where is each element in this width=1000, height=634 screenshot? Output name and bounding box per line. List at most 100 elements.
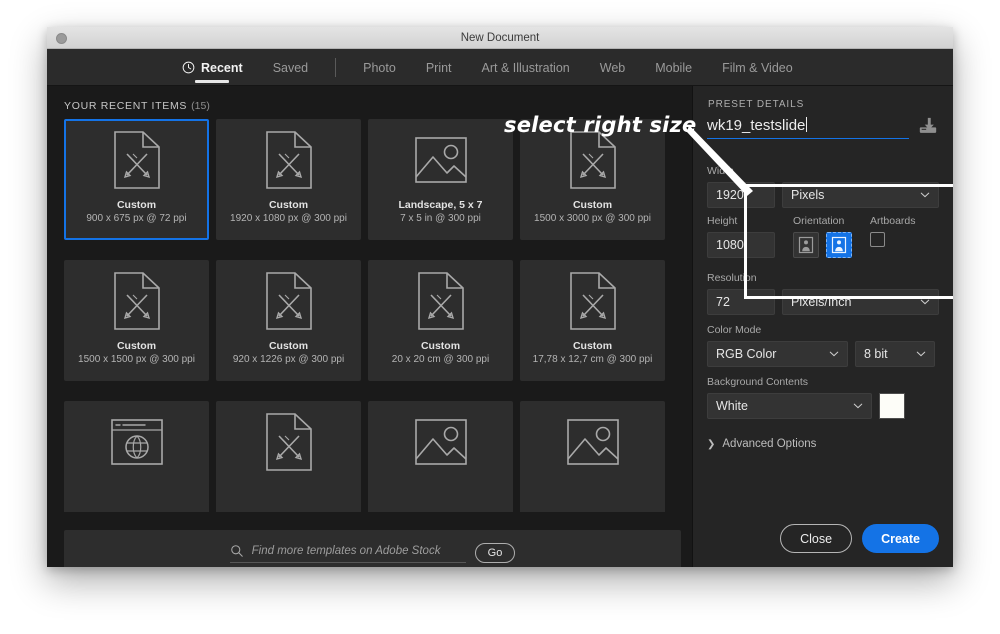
stock-search-input[interactable]: Find more templates on Adobe Stock bbox=[229, 544, 466, 563]
tab-divider bbox=[335, 58, 337, 77]
color-mode-select[interactable]: RGB Color bbox=[707, 341, 848, 367]
recent-item-card[interactable]: Custom 20 x 20 cm @ 300 ppi bbox=[368, 260, 513, 381]
document-pencil-ruler-icon bbox=[522, 262, 663, 340]
document-pencil-ruler-icon bbox=[66, 121, 207, 199]
recent-items-pane: YOUR RECENT ITEMS (15) Custom 900 x 675 px… bbox=[47, 86, 734, 567]
height-input[interactable]: 1080 bbox=[707, 232, 775, 258]
height-label: Height bbox=[707, 215, 738, 227]
document-pencil-ruler-icon bbox=[218, 121, 359, 199]
document-pencil-ruler-icon bbox=[218, 262, 359, 340]
artboards-checkbox[interactable] bbox=[870, 232, 885, 247]
resolution-unit-value: Pixels/Inch bbox=[791, 295, 852, 309]
stock-search-placeholder: Find more templates on Adobe Stock bbox=[251, 544, 441, 557]
orientation-portrait-icon[interactable] bbox=[793, 232, 819, 258]
window-titlebar: New Document bbox=[47, 27, 953, 49]
save-preset-icon[interactable] bbox=[917, 116, 939, 136]
annotation-arrow-icon bbox=[687, 125, 753, 196]
recent-item-card[interactable] bbox=[216, 401, 361, 512]
preset-category-tabbar: Recent Saved Photo Print Art & Illustrat… bbox=[47, 49, 953, 86]
color-mode-label: Color Mode bbox=[707, 324, 762, 336]
tab-mobile-label: Mobile bbox=[655, 60, 693, 75]
recent-item-card[interactable]: Custom 900 x 675 px @ 72 ppi bbox=[64, 119, 209, 240]
text-caret bbox=[806, 117, 808, 132]
recent-item-name: Custom bbox=[420, 340, 461, 352]
chevron-down-icon bbox=[916, 351, 926, 357]
adobe-stock-search-bar: Find more templates on Adobe Stock Go bbox=[64, 530, 681, 567]
artboards-field: Artboards bbox=[870, 214, 916, 258]
tab-print[interactable]: Print bbox=[411, 49, 467, 86]
tab-film-video-label: Film & Video bbox=[722, 60, 793, 75]
chevron-down-icon bbox=[853, 403, 863, 409]
height-field: Height 1080 bbox=[707, 214, 775, 258]
recent-items-grid: Custom 900 x 675 px @ 72 ppi Custom 1920 x… bbox=[64, 119, 681, 512]
recent-item-card[interactable]: Landscape, 5 x 7 7 x 5 in @ 300 ppi bbox=[368, 119, 513, 240]
bit-depth-select[interactable]: 8 bit bbox=[855, 341, 935, 367]
tab-mobile[interactable]: Mobile bbox=[640, 49, 707, 86]
tab-print-label: Print bbox=[425, 60, 452, 75]
resolution-unit-select[interactable]: Pixels/Inch bbox=[782, 289, 939, 315]
document-pencil-ruler-icon bbox=[370, 262, 511, 340]
photo-icon bbox=[370, 403, 511, 481]
recent-item-dimensions: 900 x 675 px @ 72 ppi bbox=[86, 213, 187, 224]
chevron-down-icon bbox=[829, 351, 839, 357]
tab-art-illustration-label: Art & Illustration bbox=[481, 60, 570, 75]
tab-recent-label: Recent bbox=[201, 60, 243, 75]
recent-item-name: Custom bbox=[116, 199, 157, 211]
tab-saved[interactable]: Saved bbox=[258, 49, 323, 86]
search-icon bbox=[230, 544, 243, 557]
recent-item-dimensions: 920 x 1226 px @ 300 ppi bbox=[232, 354, 345, 365]
background-color-swatch[interactable] bbox=[879, 393, 905, 419]
recent-items-heading: YOUR RECENT ITEMS (15) bbox=[64, 100, 210, 112]
photo-icon bbox=[522, 403, 663, 481]
dialog-action-buttons: Close Create bbox=[693, 524, 939, 553]
advanced-options-toggle[interactable]: ❯ Advanced Options bbox=[707, 438, 816, 450]
recent-item-card[interactable] bbox=[368, 401, 513, 512]
orientation-field: Orientation bbox=[793, 214, 852, 258]
recent-item-name: Custom bbox=[268, 199, 309, 211]
chevron-down-icon bbox=[920, 299, 930, 305]
background-contents-select[interactable]: White bbox=[707, 393, 872, 419]
browser-globe-icon bbox=[66, 403, 207, 481]
chevron-right-icon: ❯ bbox=[707, 438, 716, 450]
recent-item-card[interactable]: Custom 1500 x 3000 px @ 300 ppi bbox=[520, 119, 665, 240]
create-button[interactable]: Create bbox=[862, 524, 939, 553]
close-button[interactable]: Close bbox=[780, 524, 853, 553]
recent-item-card[interactable]: Custom 920 x 1226 px @ 300 ppi bbox=[216, 260, 361, 381]
orientation-landscape-icon[interactable] bbox=[826, 232, 852, 258]
background-contents-value: White bbox=[716, 399, 748, 413]
recent-item-dimensions: 1500 x 1500 px @ 300 ppi bbox=[78, 354, 195, 365]
height-orientation-row: Height 1080 Orientation Artboards bbox=[707, 214, 939, 258]
recent-item-name: Custom bbox=[572, 199, 613, 211]
recent-item-card[interactable]: Custom 17,78 x 12,7 cm @ 300 ppi bbox=[520, 260, 665, 381]
recent-item-dimensions: 20 x 20 cm @ 300 ppi bbox=[391, 354, 490, 365]
recent-item-card[interactable] bbox=[520, 401, 665, 512]
resolution-input[interactable]: 72 bbox=[707, 289, 775, 315]
color-mode-field: Color Mode RGB Color 8 bit bbox=[707, 323, 939, 367]
tab-web[interactable]: Web bbox=[585, 49, 640, 86]
color-mode-value: RGB Color bbox=[716, 347, 777, 361]
recent-item-dimensions: 7 x 5 in @ 300 ppi bbox=[400, 213, 481, 224]
recent-item-name: Custom bbox=[572, 340, 613, 352]
recent-item-card[interactable]: Custom 1500 x 1500 px @ 300 ppi bbox=[64, 260, 209, 381]
recent-items-heading-label: YOUR RECENT ITEMS bbox=[64, 100, 188, 112]
recent-item-card[interactable]: Custom 1920 x 1080 px @ 300 ppi bbox=[216, 119, 361, 240]
orientation-label: Orientation bbox=[793, 215, 845, 227]
photo-icon bbox=[370, 121, 511, 199]
tab-saved-label: Saved bbox=[272, 60, 309, 75]
recent-item-card[interactable] bbox=[64, 401, 209, 512]
recent-item-dimensions: 17,78 x 12,7 cm @ 300 ppi bbox=[532, 354, 653, 365]
tab-web-label: Web bbox=[599, 60, 626, 75]
recent-item-dimensions: 1920 x 1080 px @ 300 ppi bbox=[230, 213, 347, 224]
document-pencil-ruler-icon bbox=[218, 403, 359, 481]
tab-recent[interactable]: Recent bbox=[167, 49, 258, 86]
tab-film-video[interactable]: Film & Video bbox=[707, 49, 808, 86]
width-unit-select[interactable]: Pixels bbox=[782, 182, 939, 208]
resolution-label: Resolution bbox=[707, 272, 757, 284]
tab-art-illustration[interactable]: Art & Illustration bbox=[467, 49, 585, 86]
stock-go-button[interactable]: Go bbox=[474, 543, 516, 563]
tab-photo[interactable]: Photo bbox=[348, 49, 411, 86]
window-title: New Document bbox=[460, 32, 540, 44]
resolution-field: Resolution 72 Pixels/Inch bbox=[707, 271, 939, 315]
recent-item-name: Custom bbox=[116, 340, 157, 352]
recent-items-count: (15) bbox=[191, 100, 210, 112]
